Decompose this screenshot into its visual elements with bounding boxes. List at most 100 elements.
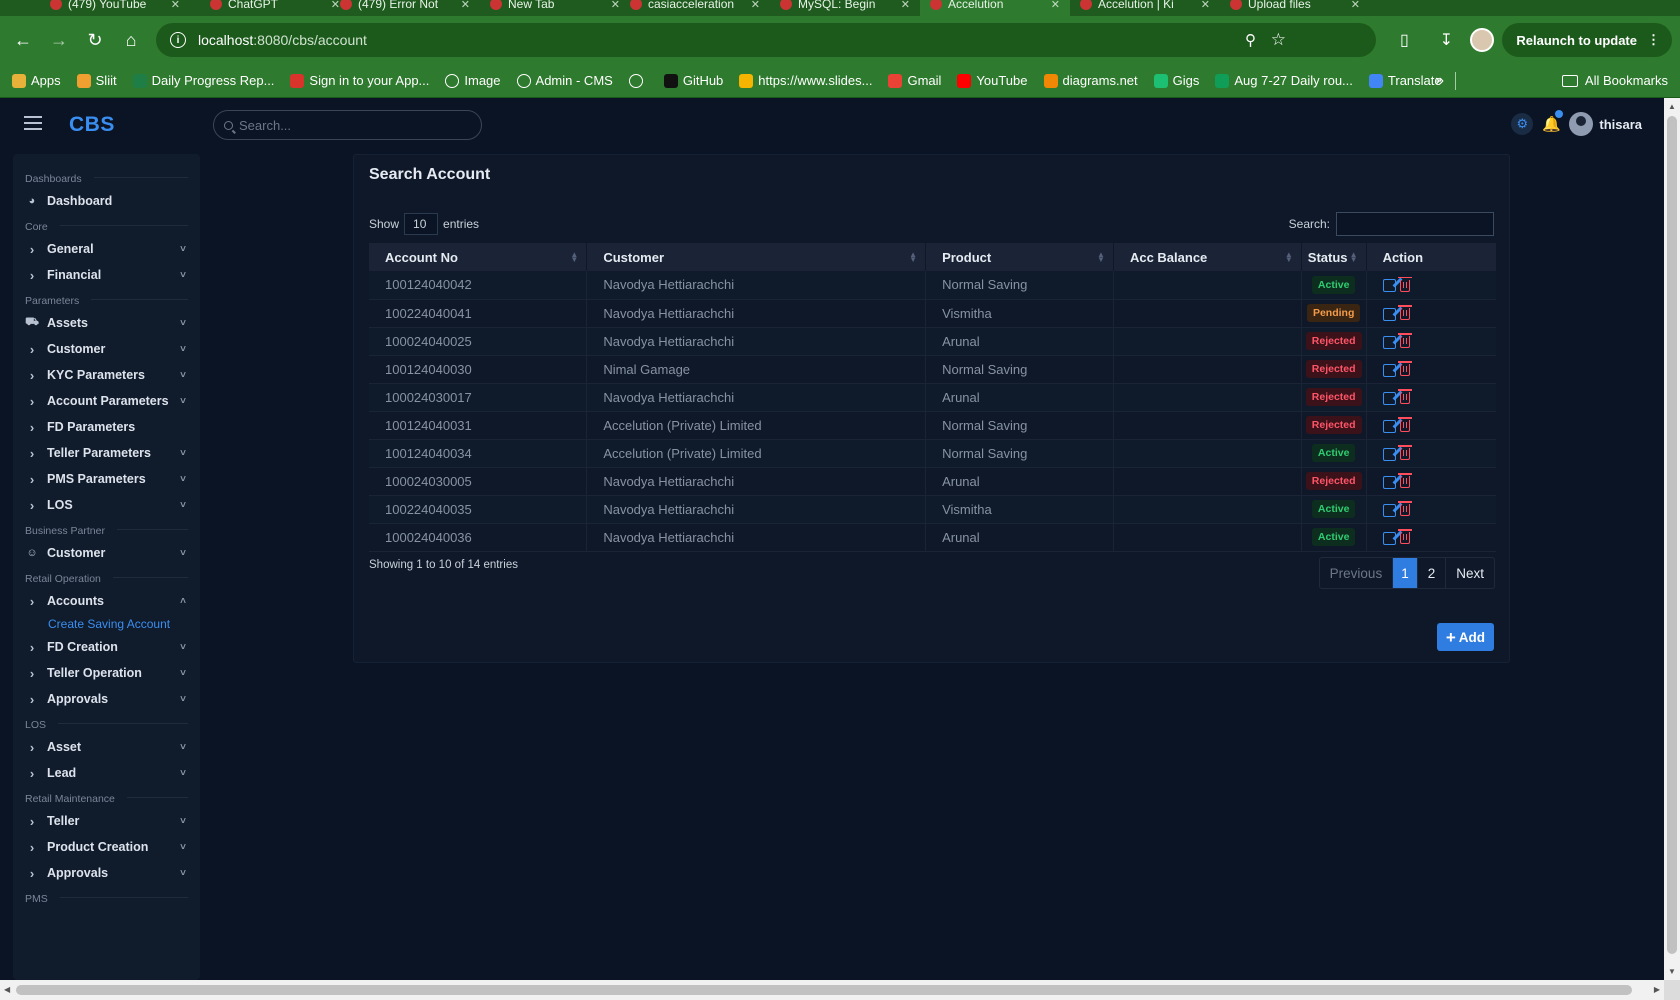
forward-arrow-icon[interactable]: →	[44, 25, 74, 55]
bookmark-item[interactable]: YouTube	[957, 73, 1028, 88]
browser-tab[interactable]: Accelution ✕	[920, 0, 1070, 16]
tab-close-icon[interactable]: ✕	[1051, 0, 1060, 11]
horizontal-scroll-thumb[interactable]	[16, 985, 1632, 995]
horizontal-scrollbar[interactable]: ◀ ▶	[0, 980, 1664, 1000]
address-bar[interactable]: i localhost:8080/cbs/account ⚲ ☆	[156, 23, 1376, 57]
more-menu-icon[interactable]: ⋮	[1647, 32, 1660, 48]
trash-icon[interactable]	[1397, 305, 1412, 321]
home-icon[interactable]: ⌂	[116, 25, 146, 55]
sidebar-item-pms-parameters[interactable]: › PMS Parameters ˅	[13, 466, 200, 492]
tab-close-icon[interactable]: ✕	[1351, 0, 1360, 11]
column-header-action[interactable]: Action	[1366, 243, 1496, 271]
site-info-icon[interactable]: i	[170, 32, 186, 48]
scroll-left-icon[interactable]: ◀	[4, 985, 10, 994]
sidebar-item-accounts[interactable]: › Accounts ˄	[13, 588, 200, 614]
bookmark-item[interactable]: Sign in to your App...	[290, 73, 429, 88]
bookmark-item[interactable]	[628, 73, 648, 88]
bookmark-item[interactable]: GitHub	[663, 73, 723, 88]
sidebar-item-lead[interactable]: › Lead ˅	[13, 760, 200, 786]
sidebar-item-teller-operation[interactable]: › Teller Operation ˅	[13, 660, 200, 686]
next-page-button[interactable]: Next	[1446, 558, 1494, 588]
trash-icon[interactable]	[1397, 417, 1412, 433]
bookmark-item[interactable]: Sliit	[76, 73, 117, 88]
tab-close-icon[interactable]: ✕	[171, 0, 180, 11]
column-header-status[interactable]: Status ▲ ▼	[1301, 243, 1367, 271]
edit-icon[interactable]	[1382, 363, 1396, 377]
edit-icon[interactable]	[1382, 531, 1396, 545]
edit-icon[interactable]	[1382, 391, 1396, 405]
reload-icon[interactable]: ↻	[80, 25, 110, 55]
extensions-icon[interactable]: ▯	[1388, 24, 1420, 56]
column-header-product[interactable]: Product ▲ ▼	[925, 243, 1114, 271]
sidebar-item-los[interactable]: › LOS ˅	[13, 492, 200, 518]
url-text[interactable]: localhost:8080/cbs/account	[198, 32, 367, 48]
bookmark-item[interactable]: Aug 7-27 Daily rou...	[1215, 73, 1353, 88]
edit-icon[interactable]	[1382, 279, 1396, 293]
trash-icon[interactable]	[1397, 276, 1412, 292]
browser-tab[interactable]: Accelution | Ki ✕	[1070, 0, 1220, 16]
sidebar-item-fd-creation[interactable]: › FD Creation ˅	[13, 634, 200, 660]
edit-icon[interactable]	[1382, 335, 1396, 349]
sidebar-item-asset[interactable]: › Asset ˅	[13, 734, 200, 760]
browser-tab[interactable]: ChatGPT ✕	[200, 0, 350, 16]
sidebar-item-approvals[interactable]: › Approvals ˅	[13, 860, 200, 886]
bookmark-item[interactable]: Translate	[1368, 73, 1442, 88]
sidebar-item-teller[interactable]: › Teller ˅	[13, 808, 200, 834]
scroll-down-icon[interactable]: ▼	[1668, 967, 1676, 976]
bookmark-item[interactable]: Apps	[12, 73, 61, 88]
bookmark-item[interactable]: Daily Progress Rep...	[132, 73, 274, 88]
sidebar-item-general[interactable]: › General ˅	[13, 236, 200, 262]
sidebar-item-assets[interactable]: ⛟ Assets ˅	[13, 310, 200, 336]
tab-close-icon[interactable]: ✕	[1201, 0, 1210, 11]
trash-icon[interactable]	[1397, 361, 1412, 377]
relaunch-button[interactable]: Relaunch to update ⋮	[1502, 23, 1672, 57]
bookmark-item[interactable]: diagrams.net	[1043, 73, 1138, 88]
sidebar-item-fd-parameters[interactable]: › FD Parameters	[13, 414, 200, 440]
bookmark-item[interactable]: Image	[445, 73, 501, 88]
sidebar-item-customer[interactable]: ☺ Customer ˅	[13, 540, 200, 566]
bookmark-item[interactable]: Gmail	[888, 73, 941, 88]
global-search[interactable]	[213, 110, 482, 140]
profile-avatar[interactable]	[1470, 28, 1495, 52]
previous-page-button[interactable]: Previous	[1320, 558, 1394, 588]
brand-logo[interactable]: CBS	[69, 113, 115, 137]
browser-tab[interactable]: casiacceleration ✕	[620, 0, 770, 16]
table-search-input[interactable]	[1336, 212, 1494, 236]
column-header-account-no[interactable]: Account No ▲ ▼	[369, 243, 588, 271]
sidebar-item-account-parameters[interactable]: › Account Parameters ˅	[13, 388, 200, 414]
zoom-icon[interactable]: ⚲	[1245, 31, 1256, 49]
edit-icon[interactable]	[1382, 447, 1396, 461]
page-length-select[interactable]: 10	[404, 213, 439, 235]
sidebar-item-product-creation[interactable]: › Product Creation ˅	[13, 834, 200, 860]
back-arrow-icon[interactable]: ←	[8, 25, 38, 55]
edit-icon[interactable]	[1382, 475, 1396, 489]
user-name[interactable]: thisara	[1599, 117, 1642, 132]
bookmark-star-icon[interactable]: ☆	[1271, 30, 1286, 50]
trash-icon[interactable]	[1397, 389, 1412, 405]
browser-tab[interactable]: (479) YouTube ✕	[40, 0, 190, 16]
browser-tab[interactable]: Upload files ✕	[1220, 0, 1370, 16]
scroll-right-icon[interactable]: ▶	[1654, 985, 1660, 994]
user-avatar[interactable]	[1569, 112, 1594, 136]
bookmark-item[interactable]: Gigs	[1153, 73, 1199, 88]
edit-icon[interactable]	[1382, 419, 1396, 433]
edit-icon[interactable]	[1382, 503, 1396, 517]
vertical-scroll-thumb[interactable]	[1667, 116, 1677, 954]
more-bookmarks-icon[interactable]: »	[1435, 72, 1444, 90]
tab-close-icon[interactable]: ✕	[461, 0, 470, 11]
column-header-acc-balance[interactable]: Acc Balance ▲ ▼	[1113, 243, 1302, 271]
trash-icon[interactable]	[1397, 445, 1412, 461]
vertical-scrollbar[interactable]: ▲ ▼	[1664, 98, 1680, 980]
bookmark-item[interactable]: Admin - CMS	[516, 73, 613, 88]
browser-tab[interactable]: (479) Error Not ✕	[330, 0, 480, 16]
sidebar-item-dashboard[interactable]: ◕ Dashboard	[13, 188, 200, 214]
sidebar-item-kyc-parameters[interactable]: › KYC Parameters ˅	[13, 362, 200, 388]
tab-close-icon[interactable]: ✕	[901, 0, 910, 11]
global-search-input[interactable]	[239, 117, 469, 133]
trash-icon[interactable]	[1397, 473, 1412, 489]
sidebar-subitem-create-saving-account[interactable]: Create Saving Account	[13, 614, 200, 634]
trash-icon[interactable]	[1397, 501, 1412, 517]
page-button[interactable]: 1	[1393, 558, 1418, 588]
bookmark-item[interactable]: https://www.slides...	[739, 73, 872, 88]
sidebar-item-financial[interactable]: › Financial ˅	[13, 262, 200, 288]
